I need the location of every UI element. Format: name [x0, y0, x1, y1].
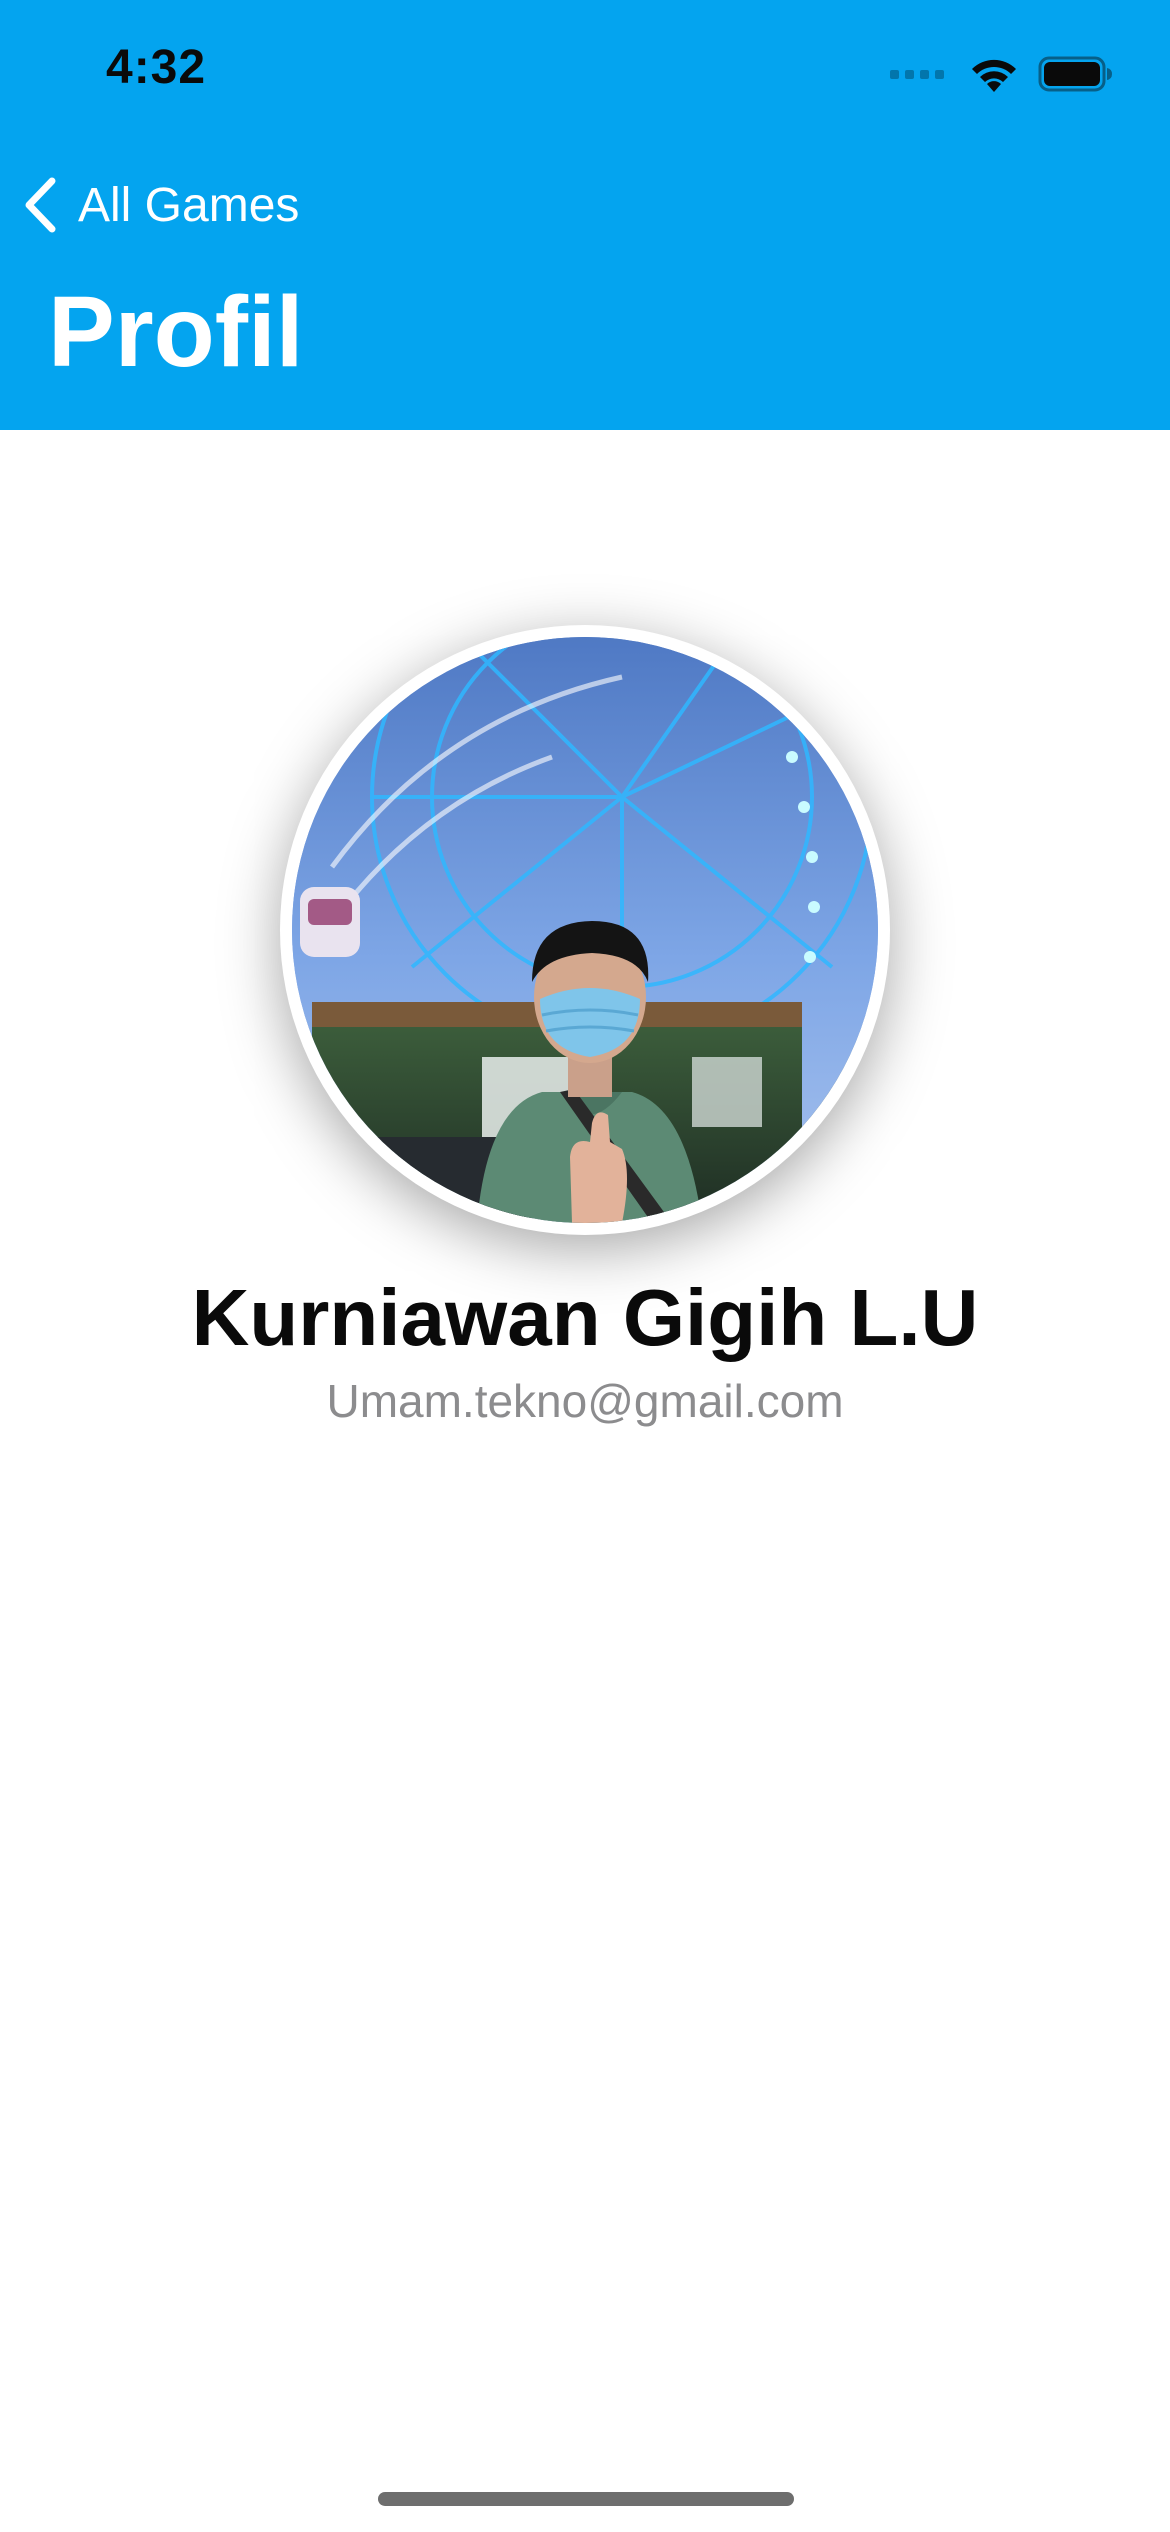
avatar	[292, 637, 878, 1223]
profile-email: Umam.tekno@gmail.com	[326, 1375, 844, 1427]
navigation-header: 4:32 All Games Profil	[0, 0, 1170, 430]
wifi-icon	[972, 59, 1016, 92]
status-bar-time: 4:32	[106, 41, 207, 94]
battery-icon	[1038, 56, 1112, 92]
page-title: Profil	[48, 276, 304, 388]
back-button[interactable]: All Games	[22, 170, 299, 240]
status-bar-icons	[890, 50, 1114, 98]
profile-screen: 4:32 All Games Profil Kurniawan Gigih L.…	[0, 0, 1170, 2532]
back-button-label: All Games	[78, 178, 300, 232]
profile-name: Kurniawan Gigih L.U	[191, 1273, 979, 1362]
avatar-frame	[280, 625, 890, 1235]
chevron-left-icon	[25, 177, 56, 233]
profile-photo	[292, 637, 878, 1223]
cellular-signal-icon	[890, 69, 944, 79]
home-indicator[interactable]	[378, 2492, 794, 2506]
